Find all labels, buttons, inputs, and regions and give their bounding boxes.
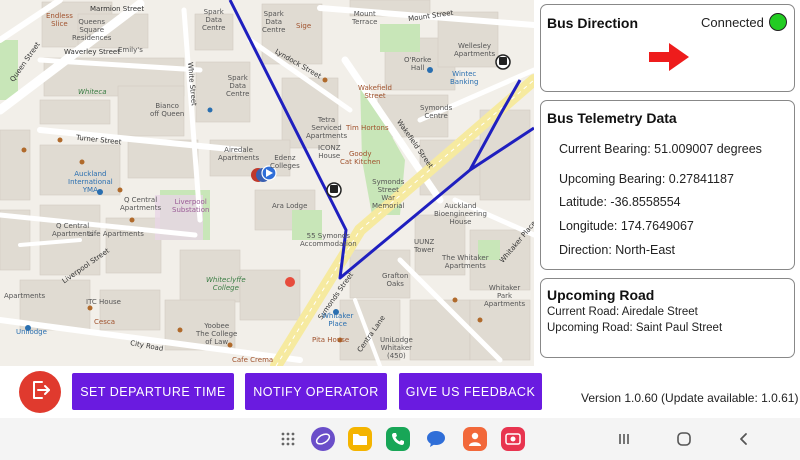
set-departure-time-button[interactable]: SET DEPARTURE TIME xyxy=(72,373,234,410)
map-label: Yoobee The College of Law xyxy=(196,322,238,346)
map-label: Spark Data Centre xyxy=(262,10,286,34)
recents-icon[interactable] xyxy=(613,428,635,450)
map-label: Auckland Bioengineering House xyxy=(434,202,487,226)
map-label: Pita House xyxy=(312,336,350,344)
map-label: Ara Lodge xyxy=(272,202,308,210)
connection-status-label: Connected xyxy=(701,15,764,30)
notify-operator-button[interactable]: NOTIFY OPERATOR xyxy=(245,373,387,410)
map-label: Mount Terrace xyxy=(352,10,378,26)
card-title: Bus Direction xyxy=(547,15,639,31)
map-label: Whiteca xyxy=(78,88,107,96)
map-label: Marmion Street xyxy=(90,5,145,13)
map-label: Edenz Colleges xyxy=(270,154,300,170)
home-icon[interactable] xyxy=(673,428,695,450)
upcoming-road-card: Upcoming Road Current Road: Airedale Str… xyxy=(540,278,795,358)
map-label: Whiteclyffe College xyxy=(206,276,246,292)
map-label: The Whitaker Apartments xyxy=(442,254,489,270)
map-label: Whitaker Park Apartments xyxy=(484,284,526,308)
back-icon[interactable] xyxy=(733,428,755,450)
bus-direction-card: Bus Direction Connected xyxy=(540,4,795,92)
map-label: Tim Hortons xyxy=(346,124,389,132)
internet-icon[interactable] xyxy=(311,427,335,451)
connection-status-icon xyxy=(769,13,787,31)
map-label: Airedale Apartments xyxy=(218,146,260,162)
map-label: Spark Data Centre xyxy=(226,74,250,98)
map-label: Bianco off Queen xyxy=(150,102,185,118)
map-label: UUNZ Tower xyxy=(414,238,435,254)
map-label: O'Rorke Hall xyxy=(404,56,432,72)
latitude-text: Latitude: -36.8558554 xyxy=(559,195,681,209)
phone-icon[interactable] xyxy=(386,427,410,451)
card-title: Upcoming Road xyxy=(547,287,655,303)
map-label: Endless Slice xyxy=(46,12,73,28)
map-label: Life Apartments xyxy=(88,230,144,238)
map-label: Wintec Banking xyxy=(450,70,479,86)
map-label: Liverpool Substation xyxy=(172,198,210,214)
map-label: Cafe Crema xyxy=(232,356,274,364)
direction-text: Direction: North-East xyxy=(559,243,676,257)
contacts-icon[interactable] xyxy=(463,427,487,451)
upcoming-road-text: Upcoming Road: Saint Paul Street xyxy=(547,322,723,334)
bus-telemetry-card: Bus Telemetry Data Current Bearing: 51.0… xyxy=(540,100,795,270)
files-icon[interactable] xyxy=(348,427,372,451)
longitude-text: Longitude: 174.7649067 xyxy=(559,219,694,233)
map-label: Goody Cat Kitchen xyxy=(340,150,381,166)
map-label: Cesca xyxy=(94,318,115,326)
map-label: Sige xyxy=(296,22,312,30)
map-label: ICONZ House xyxy=(318,144,341,160)
give-feedback-button[interactable]: GIVE US FEEDBACK xyxy=(399,373,542,410)
map-label: Wellesley Apartments xyxy=(454,42,496,58)
map-label: Tetra Serviced Apartments xyxy=(306,116,348,140)
map-label: Queens Square Residences xyxy=(72,18,112,42)
current-bearing-text: Current Bearing: 51.009007 degrees xyxy=(559,142,762,156)
map-label: UniLodge Whitaker (450) xyxy=(380,336,413,360)
current-road-text: Current Road: Airedale Street xyxy=(547,306,698,318)
system-navigation-bar xyxy=(0,418,800,460)
messages-icon[interactable] xyxy=(424,427,448,451)
map-label: Apartments xyxy=(4,292,46,300)
map-label: Emily's xyxy=(118,46,143,54)
exit-icon xyxy=(28,378,52,407)
map-label: Whitaker Place xyxy=(322,312,354,328)
map-label: Waverley Street xyxy=(64,48,120,56)
map-label: ITC House xyxy=(86,298,121,306)
map-label: 55 Symonds Accommodation xyxy=(300,232,357,248)
route-map[interactable]: Marmion Street Queens Square Residences … xyxy=(0,0,534,366)
map-label: Q Central Apartments xyxy=(120,196,162,212)
map-label: Unilodge xyxy=(16,328,47,336)
right-arrow-icon xyxy=(649,43,689,76)
card-title: Bus Telemetry Data xyxy=(547,110,677,126)
map-label: Q Central Apartments xyxy=(52,222,94,238)
map-label: Auckland International YMA xyxy=(68,170,113,194)
exit-button[interactable] xyxy=(19,371,61,413)
map-label: Grafton Oaks xyxy=(382,272,409,288)
upcoming-bearing-text: Upcoming Bearing: 0.27841187 xyxy=(559,172,734,186)
apps-grid-icon[interactable] xyxy=(276,427,300,451)
version-text: Version 1.0.60 (Update available: 1.0.61… xyxy=(581,391,799,405)
map-label: Spark Data Centre xyxy=(202,8,226,32)
map-label: Symonds Centre xyxy=(420,104,453,120)
map-label: Wakefield Street xyxy=(358,84,392,100)
screen-recorder-icon[interactable] xyxy=(501,427,525,451)
map-label: Symonds Street War Memorial xyxy=(372,178,405,210)
